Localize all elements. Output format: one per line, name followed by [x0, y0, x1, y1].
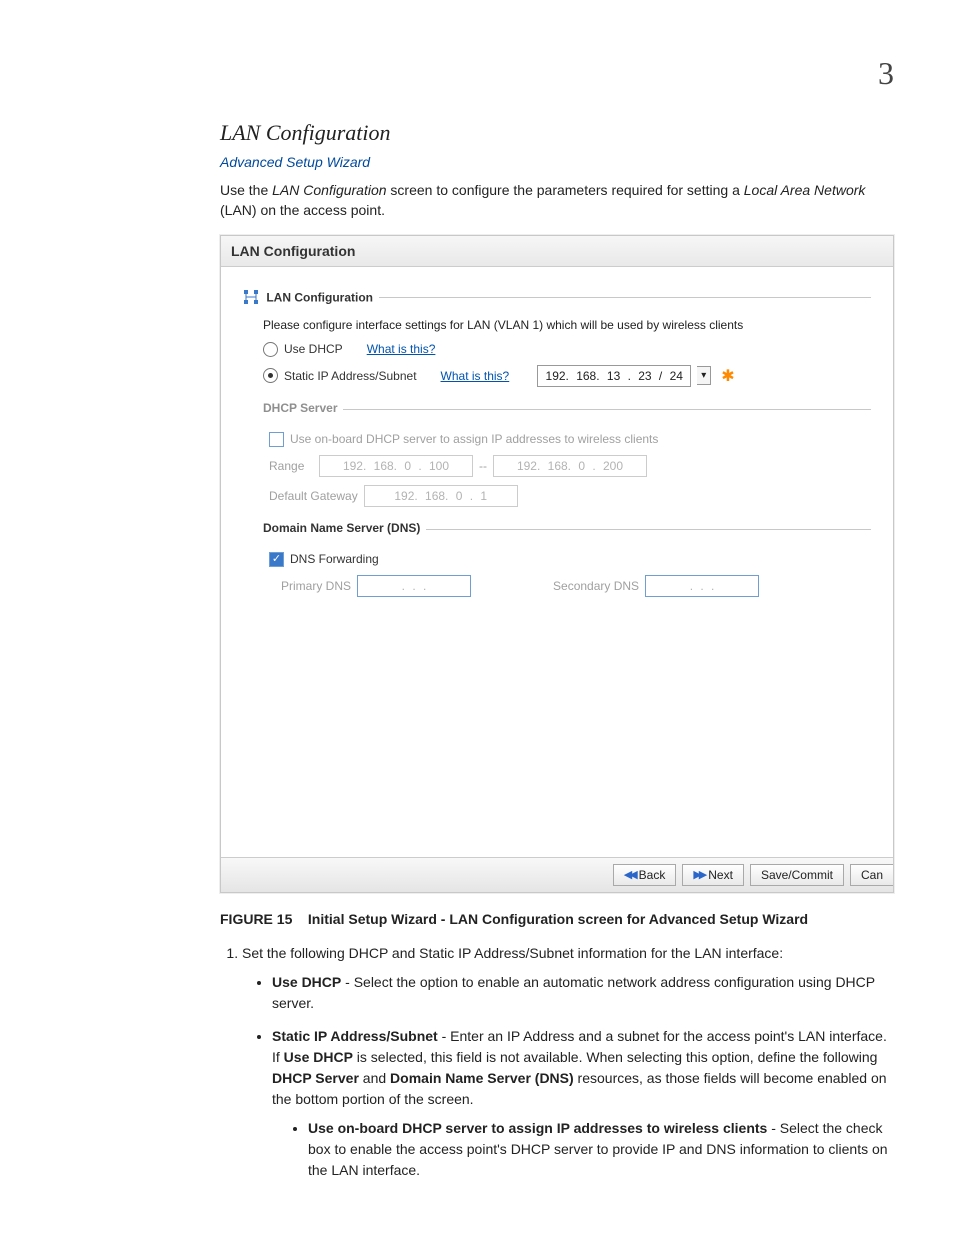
fieldset-dns: Domain Name Server (DNS) — [263, 521, 426, 535]
onboard-dhcp-checkbox[interactable] — [269, 432, 284, 447]
gateway-label: Default Gateway — [269, 489, 358, 503]
dns-forwarding-checkbox[interactable]: ✓ — [269, 552, 284, 567]
instruction-text: Please configure interface settings for … — [263, 318, 871, 332]
fieldset-lan-config: LAN Configuration — [243, 289, 379, 308]
what-is-this-static[interactable]: What is this? — [441, 369, 510, 383]
dns-forwarding-label: DNS Forwarding — [290, 552, 379, 566]
primary-dns-input[interactable]: . . . — [357, 575, 471, 597]
back-button[interactable]: ◀◀ Back — [613, 864, 677, 886]
static-ip-input[interactable]: 192. 168. 13 . 23 / 24 — [537, 365, 691, 387]
wizard-link[interactable]: Advanced Setup Wizard — [220, 154, 894, 170]
static-ip-label: Static IP Address/Subnet — [284, 369, 417, 383]
use-dhcp-label: Use DHCP — [284, 342, 343, 356]
range-label: Range — [269, 459, 313, 473]
range-to-input[interactable]: 192. 168. 0 . 200 — [493, 455, 647, 477]
figure-caption: FIGURE 15 Initial Setup Wizard - LAN Con… — [220, 911, 894, 927]
cancel-button[interactable]: Can — [850, 864, 893, 886]
subnet-dropdown[interactable]: ▾ — [697, 366, 711, 385]
step-1: Set the following DHCP and Static IP Add… — [242, 943, 894, 1181]
range-from-input[interactable]: 192. 168. 0 . 100 — [319, 455, 473, 477]
step-list: Set the following DHCP and Static IP Add… — [224, 943, 894, 1181]
panel-title: LAN Configuration — [221, 236, 893, 267]
gateway-input[interactable]: 192. 168. 0 . 1 — [364, 485, 518, 507]
use-dhcp-radio[interactable] — [263, 342, 278, 357]
next-button[interactable]: ▶▶ Next — [682, 864, 744, 886]
bullet-use-dhcp: Use DHCP - Select the option to enable a… — [272, 972, 894, 1014]
fieldset-dhcp-server: DHCP Server — [263, 401, 343, 415]
network-icon — [243, 294, 262, 308]
section-title: LAN Configuration — [220, 120, 894, 146]
page-number: 3 — [878, 55, 894, 92]
required-icon: ✱ — [721, 366, 734, 386]
back-arrow-icon: ◀◀ — [624, 868, 635, 881]
primary-dns-label: Primary DNS — [281, 579, 351, 593]
bullet-static-ip: Static IP Address/Subnet - Enter an IP A… — [272, 1026, 894, 1181]
lan-config-panel: LAN Configuration LAN Configuration Plea… — [220, 235, 894, 893]
what-is-this-dhcp[interactable]: What is this? — [367, 342, 436, 356]
static-ip-radio[interactable] — [263, 368, 278, 383]
onboard-dhcp-label: Use on-board DHCP server to assign IP ad… — [290, 432, 658, 446]
secondary-dns-input[interactable]: . . . — [645, 575, 759, 597]
intro-text: Use the LAN Configuration screen to conf… — [220, 180, 894, 221]
bullet-onboard-dhcp: Use on-board DHCP server to assign IP ad… — [308, 1118, 894, 1181]
next-arrow-icon: ▶▶ — [693, 868, 704, 881]
secondary-dns-label: Secondary DNS — [553, 579, 639, 593]
save-commit-button[interactable]: Save/Commit — [750, 864, 844, 886]
